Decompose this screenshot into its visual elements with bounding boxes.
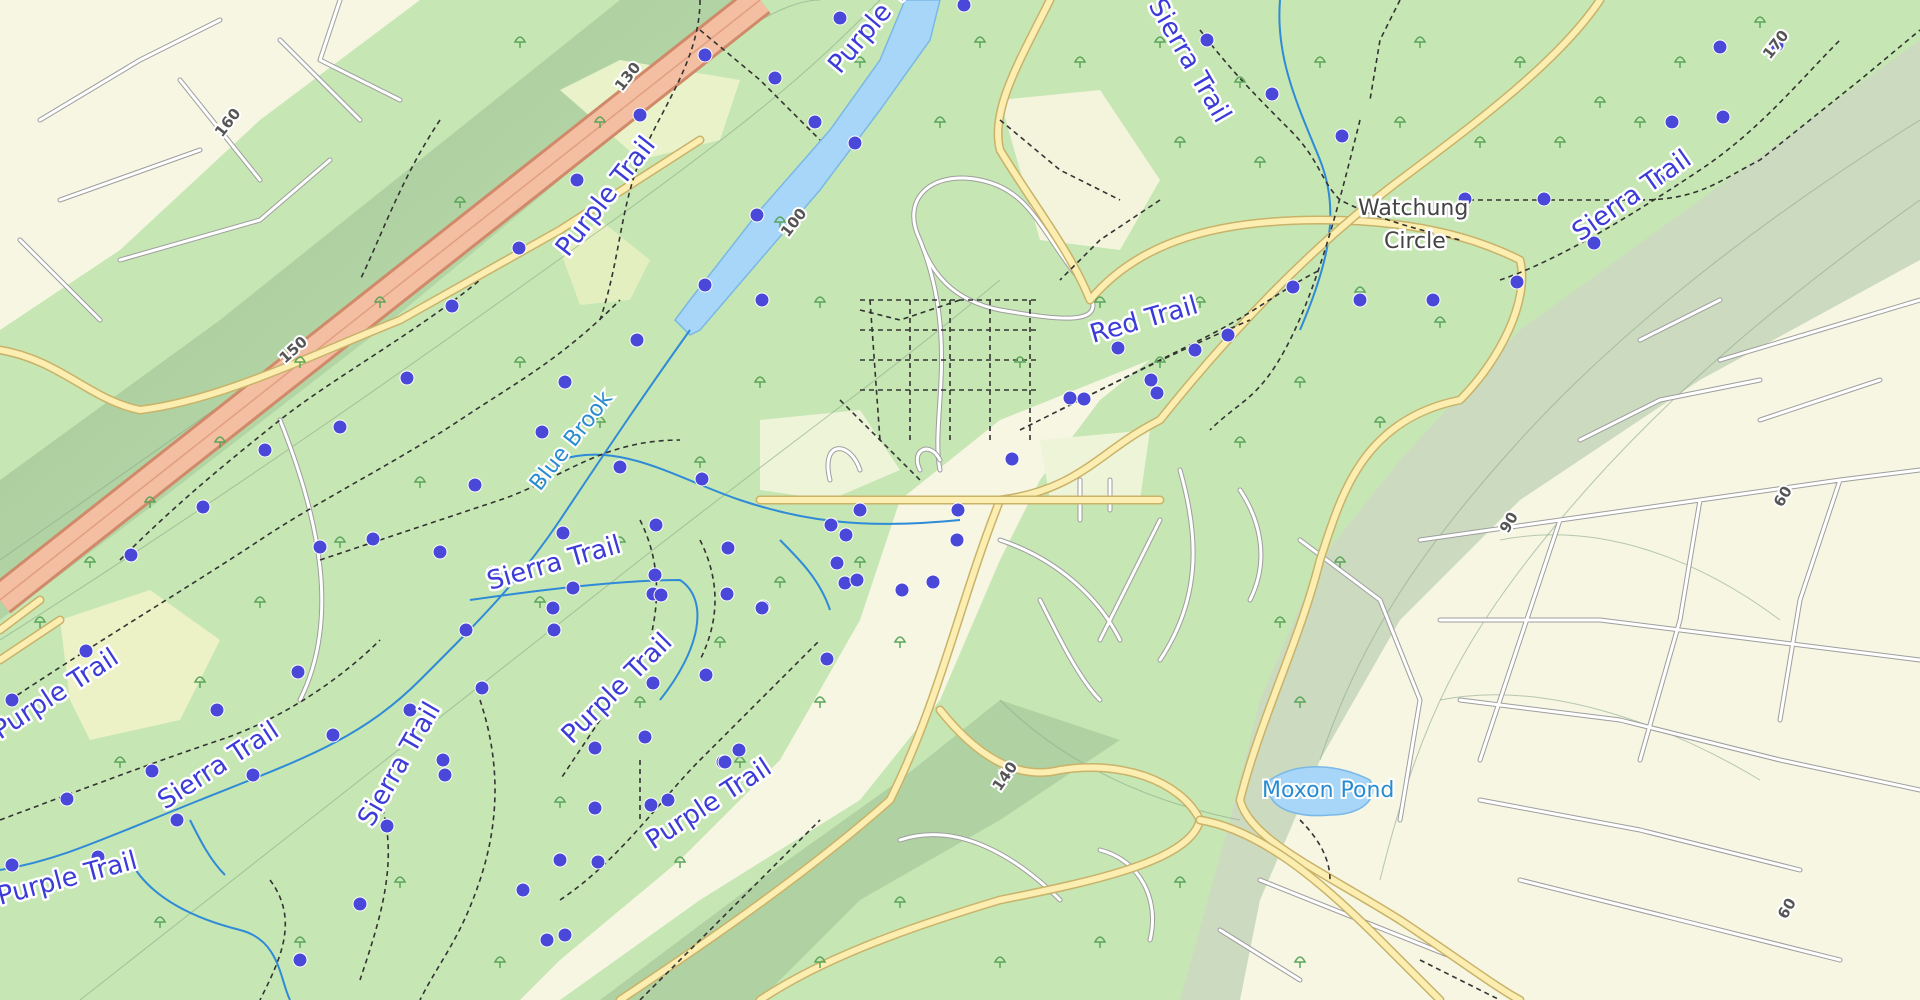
place-label-line2: Circle [1384, 229, 1446, 254]
pond-label: Moxon Pond [1262, 778, 1394, 803]
place-label-line1: Watchung [1358, 196, 1468, 221]
map-canvas[interactable]: 160 130 150 100 170 60 90 140 60 Purple … [0, 0, 1920, 1000]
